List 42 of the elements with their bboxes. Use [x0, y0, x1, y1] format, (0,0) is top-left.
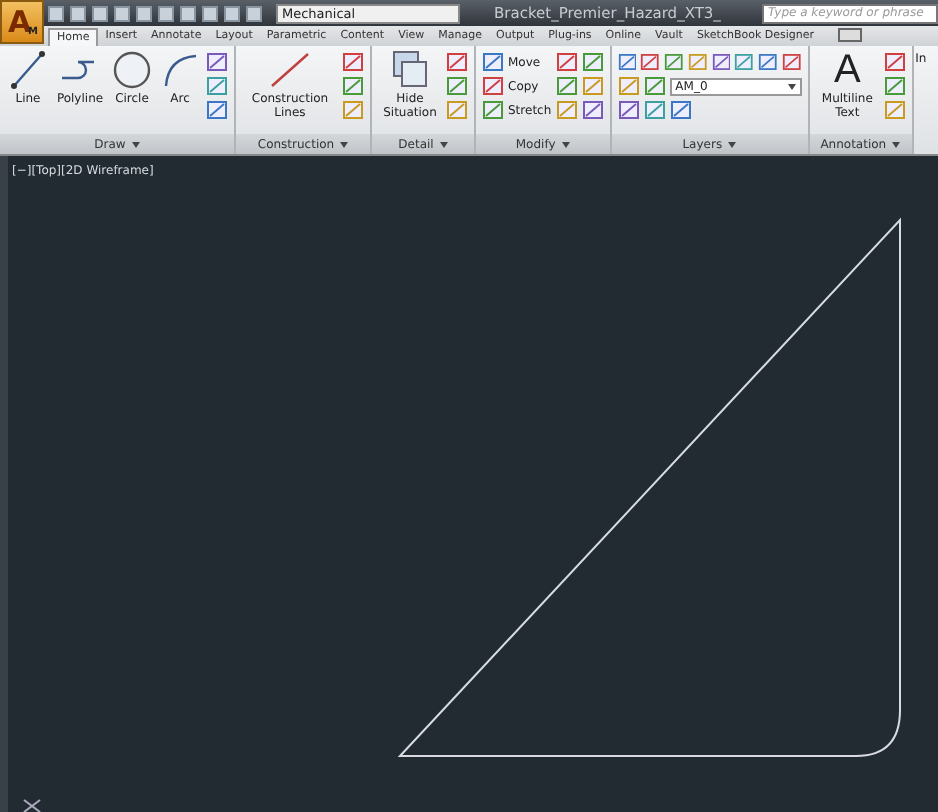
tool-icon[interactable]: [687, 52, 708, 72]
tool-icon[interactable]: [734, 52, 755, 72]
tool-icon[interactable]: [555, 76, 578, 96]
tool-icon[interactable]: [482, 76, 504, 96]
tool-icon[interactable]: [581, 76, 604, 96]
tool-icon[interactable]: [446, 52, 468, 72]
tool-icon[interactable]: [669, 100, 692, 120]
tool-icon[interactable]: [446, 76, 468, 96]
tool-icon[interactable]: [206, 100, 228, 120]
circle-icon: [112, 50, 152, 90]
tool-icon[interactable]: [555, 52, 578, 72]
tool-icon[interactable]: [342, 52, 364, 72]
tool-icon[interactable]: [206, 76, 228, 96]
minimize-ribbon-icon[interactable]: [837, 28, 862, 42]
tool-icon[interactable]: [617, 76, 640, 96]
tool-icon[interactable]: [581, 52, 604, 72]
tool-icon[interactable]: [781, 52, 802, 72]
tool-icon[interactable]: [342, 100, 364, 120]
text-glyph: A: [833, 50, 861, 90]
construction-line-icon: [268, 50, 312, 90]
tool-icon[interactable]: [342, 76, 364, 96]
tool-icon[interactable]: [640, 52, 661, 72]
tool-icon[interactable]: [711, 52, 731, 72]
layered-squares-icon: [392, 50, 428, 90]
tool-icon[interactable]: [617, 100, 640, 120]
arc-icon: [160, 50, 200, 90]
tool-icon[interactable]: [206, 52, 228, 72]
tool-icon[interactable]: [758, 52, 778, 72]
tool-icon[interactable]: [446, 100, 468, 120]
line-icon: [10, 50, 46, 90]
tool-icon[interactable]: [555, 100, 578, 120]
tool-icon[interactable]: [883, 52, 906, 72]
tool-icon[interactable]: [581, 100, 604, 120]
tool-icon[interactable]: [643, 76, 666, 96]
tool-icon[interactable]: [883, 100, 906, 120]
ucs-icon: [23, 799, 41, 812]
tool-icon[interactable]: [482, 100, 504, 120]
tool-icon[interactable]: [664, 52, 684, 72]
tool-icon[interactable]: [482, 52, 504, 72]
tool-icon[interactable]: [883, 76, 906, 96]
tool-icon[interactable]: [617, 52, 637, 72]
tool-icon[interactable]: [643, 100, 666, 120]
